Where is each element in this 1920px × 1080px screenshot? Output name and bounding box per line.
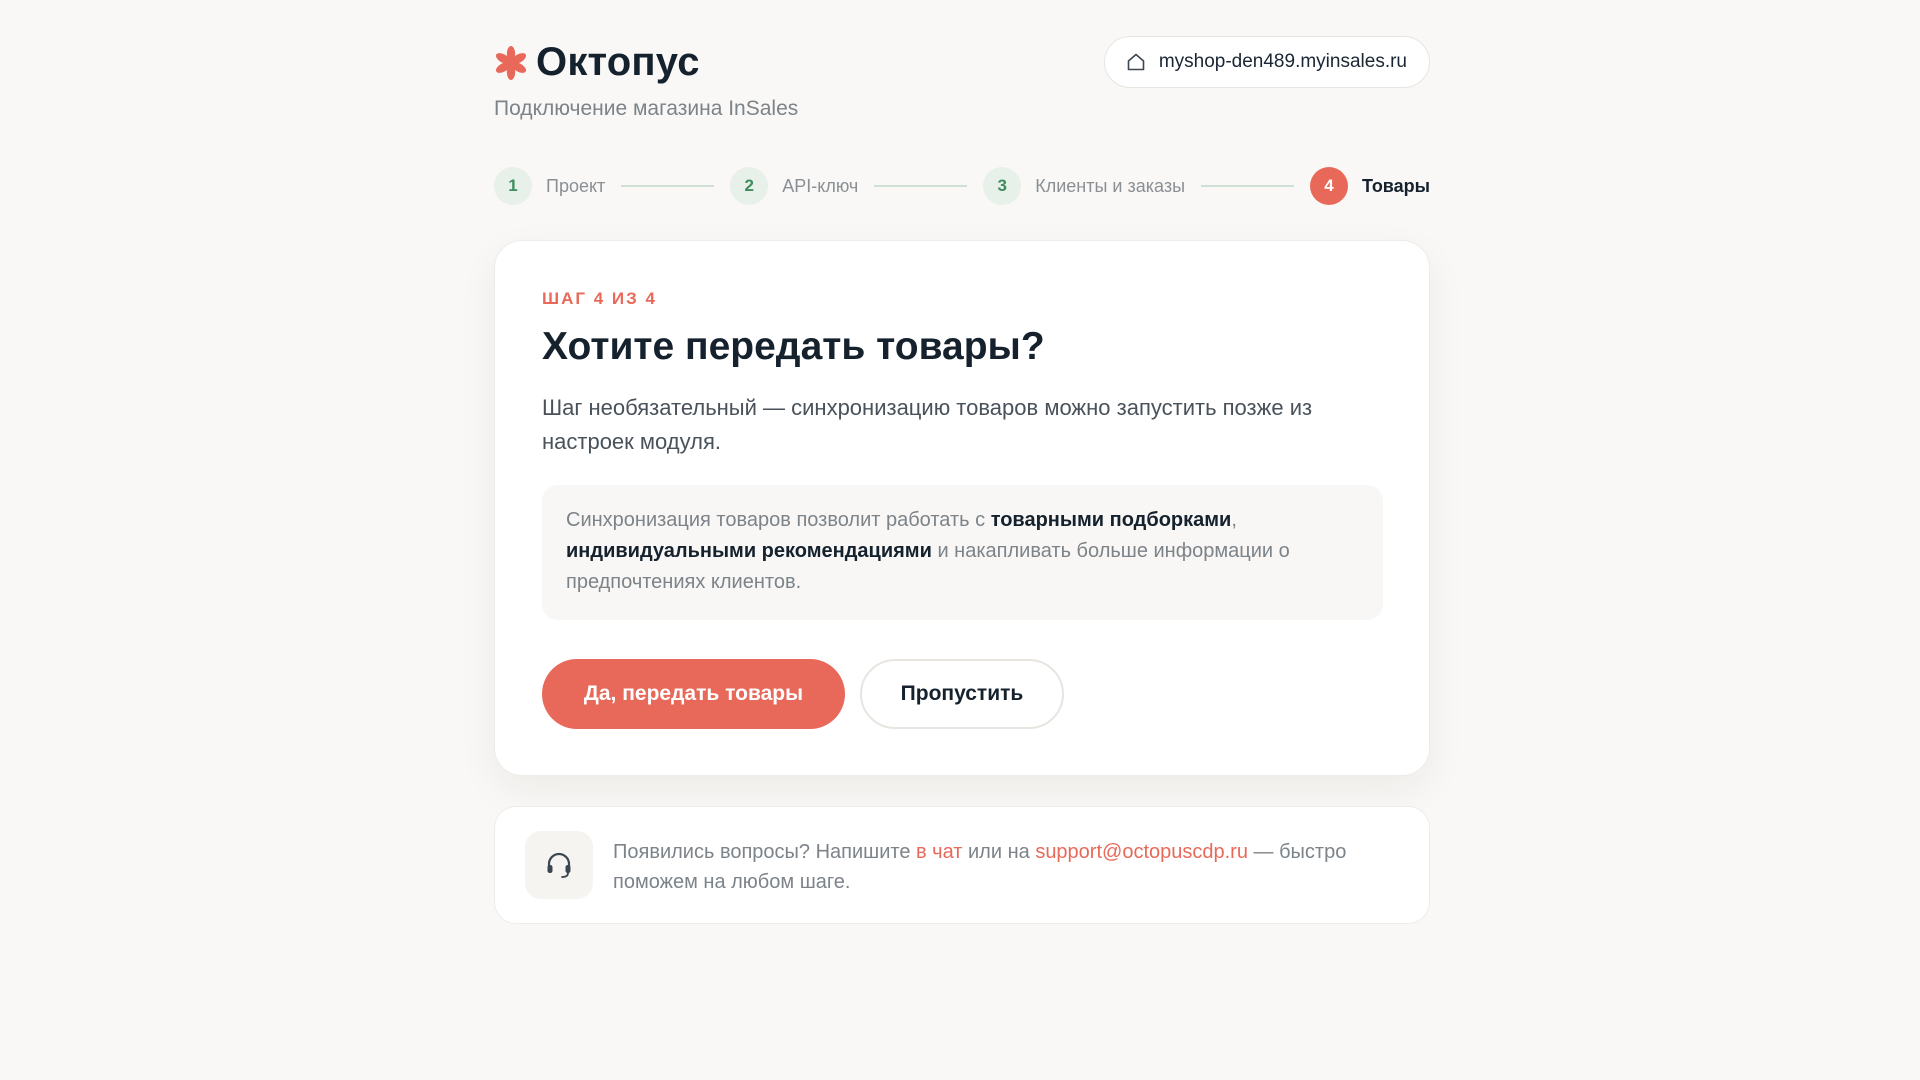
step-connector xyxy=(621,185,715,187)
progress-stepper: 1 Проект 2 API-ключ 3 Клиенты и заказы 4… xyxy=(494,166,1430,206)
products-step-card: ШАГ 4 ИЗ 4 Хотите передать товары? Шаг н… xyxy=(494,240,1430,776)
step-label: Клиенты и заказы xyxy=(1035,175,1186,196)
step-label: Товары xyxy=(1361,175,1431,196)
step-number: 3 xyxy=(983,167,1022,205)
step-products: 4 Товары xyxy=(1309,167,1431,205)
page-container: Октопус Подключение магазина InSales mys… xyxy=(494,0,1430,924)
page-subtitle: Подключение магазина InSales xyxy=(494,97,799,120)
brand-logo: Октопус xyxy=(494,40,700,85)
header: Октопус Подключение магазина InSales mys… xyxy=(494,0,1430,140)
info-highlight-collections: товарными подборками xyxy=(990,509,1232,531)
help-icon-box xyxy=(525,831,593,899)
info-text: , xyxy=(1231,509,1237,531)
chat-link[interactable]: в чат xyxy=(916,841,962,863)
help-text-part: или на xyxy=(962,841,1036,863)
home-icon xyxy=(1127,53,1145,71)
step-counter: ШАГ 4 ИЗ 4 xyxy=(542,289,657,308)
step-connector xyxy=(874,185,968,187)
headset-icon xyxy=(547,852,571,878)
step-number: 4 xyxy=(1309,167,1348,205)
card-description: Шаг необязательный — синхронизацию товар… xyxy=(542,395,1313,454)
help-text: Появились вопросы? Напишите в чат или на… xyxy=(613,837,1403,897)
shop-domain: myshop-den489.myinsales.ru xyxy=(1158,51,1407,72)
brand-name: Октопус xyxy=(536,40,700,84)
step-api-key[interactable]: 2 API-ключ xyxy=(730,167,858,205)
info-text: Синхронизация товаров позволит работать … xyxy=(566,509,991,531)
help-text-part: Появились вопросы? Напишите xyxy=(613,841,916,863)
shop-domain-pill[interactable]: myshop-den489.myinsales.ru xyxy=(1103,36,1430,88)
step-number: 2 xyxy=(730,167,769,205)
step-label: Проект xyxy=(546,175,606,196)
skip-button[interactable]: Пропустить xyxy=(860,659,1064,729)
help-card: Появились вопросы? Напишите в чат или на… xyxy=(494,806,1430,924)
support-email-link[interactable]: support@octopuscdp.ru xyxy=(1035,841,1248,863)
info-highlight-recommendations: индивидуальными рекомендациями xyxy=(566,540,932,562)
info-box: Синхронизация товаров позволит работать … xyxy=(542,485,1383,620)
card-title: Хотите передать товары? xyxy=(542,325,1045,368)
asterisk-logo-icon xyxy=(495,45,527,80)
transfer-products-button[interactable]: Да, передать товары xyxy=(542,659,845,729)
step-clients-orders[interactable]: 3 Клиенты и заказы xyxy=(983,167,1185,205)
step-number: 1 xyxy=(494,167,532,205)
step-connector xyxy=(1201,185,1294,187)
step-project[interactable]: 1 Проект xyxy=(494,167,605,205)
step-label: API-ключ xyxy=(782,175,859,196)
